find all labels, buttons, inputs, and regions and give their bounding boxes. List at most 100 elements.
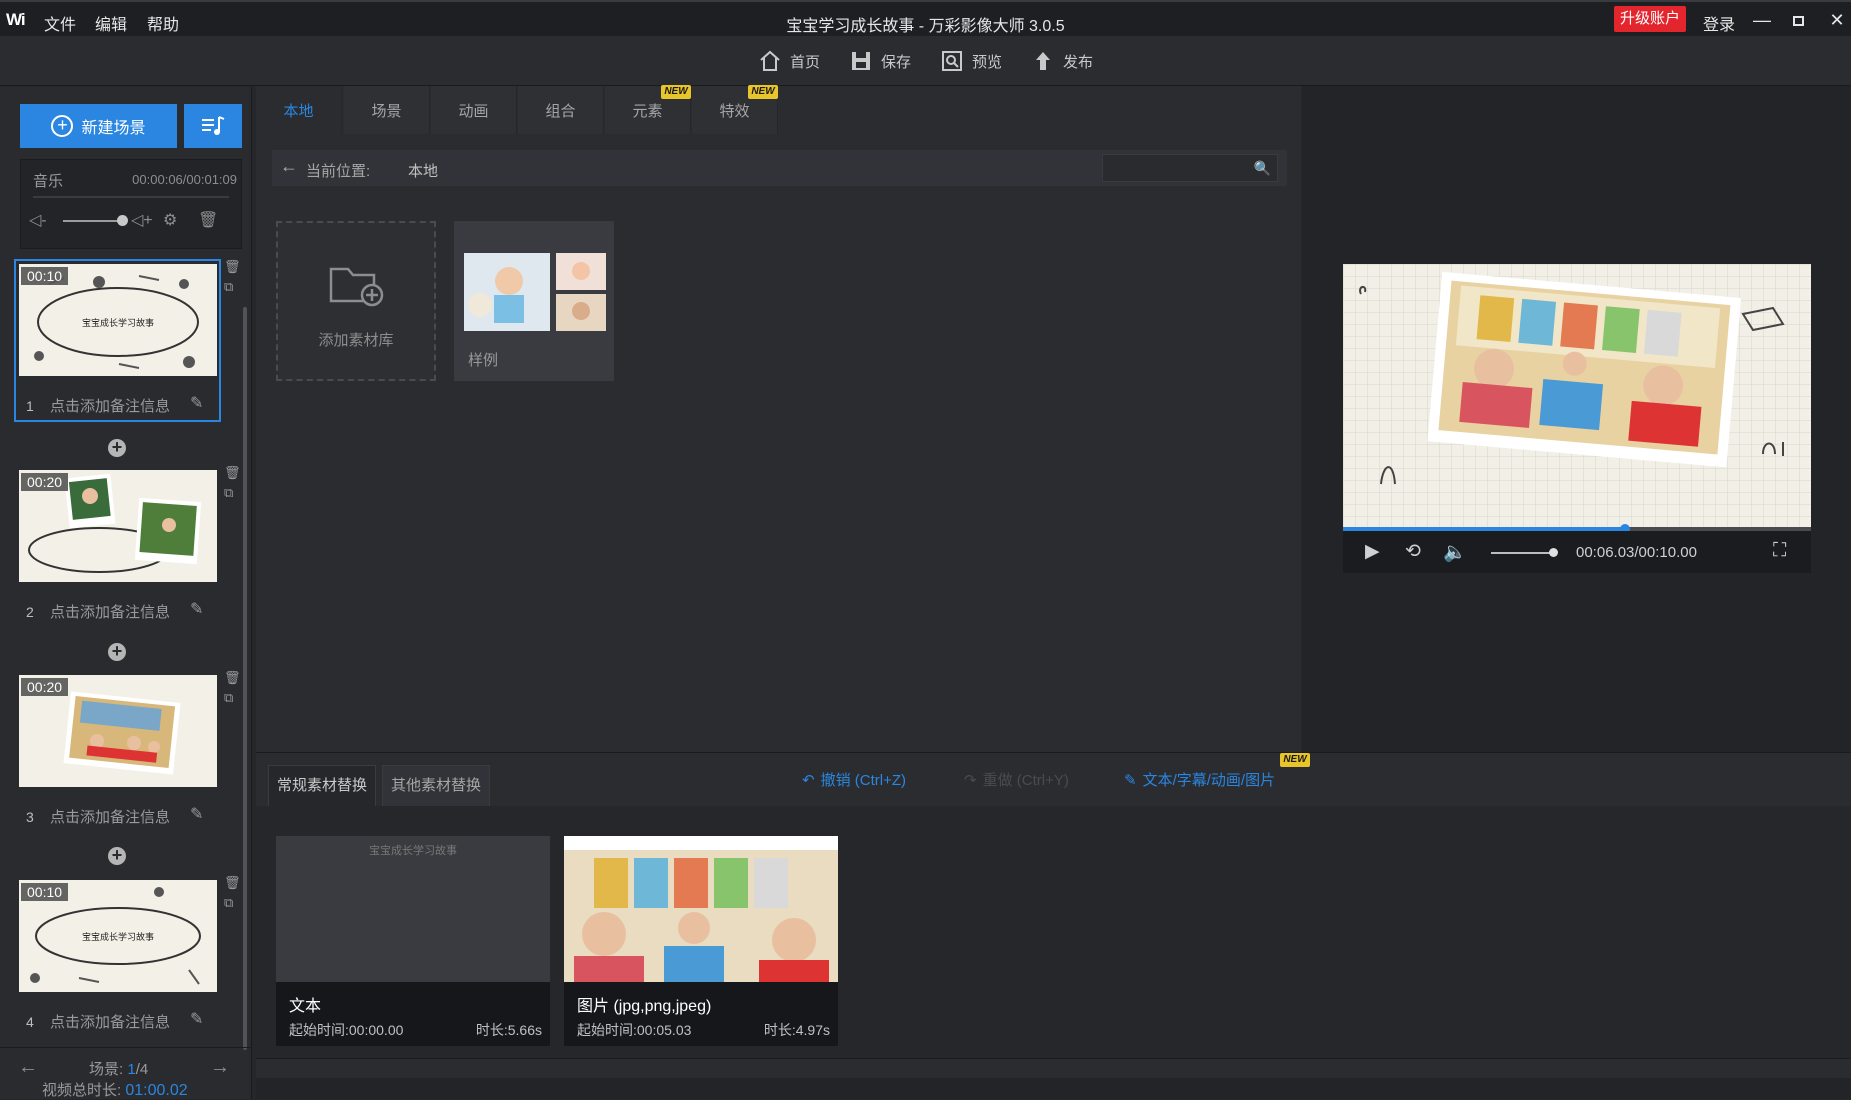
trash-icon[interactable]: 🗑 <box>198 210 218 230</box>
volume-up-icon[interactable]: ◁+ <box>131 210 153 230</box>
scene-number: 2 <box>26 604 34 620</box>
home-icon <box>760 50 780 71</box>
pencil-icon: ✎ <box>1124 771 1137 789</box>
volume-down-icon[interactable]: ◁- <box>29 210 47 230</box>
add-scene-icon[interactable]: + <box>108 438 126 457</box>
text-preview: 宝宝成长学习故事 <box>369 845 457 857</box>
copy-icon[interactable]: ⧉ <box>224 688 241 708</box>
login-button[interactable]: 登录 <box>1703 11 1735 35</box>
replace-toolbar: 常规素材替换 其他素材替换 ↶ 撤销 (Ctrl+Z) ↷ 重做 (Ctrl+Y… <box>256 752 1851 807</box>
back-arrow-icon[interactable]: ← <box>280 156 298 177</box>
scene-duration: 00:10 <box>21 267 69 285</box>
scene-card[interactable]: 宝宝成长学习故事 00:10 1 点击添加备注信息 ✎ <box>14 259 221 422</box>
music-progress[interactable] <box>33 196 229 198</box>
next-scene-icon[interactable]: → <box>210 1056 230 1079</box>
prev-scene-icon[interactable]: ← <box>18 1056 38 1079</box>
library-panel: ← 当前位置: 本地 🔍 添加素材库 样例 <box>256 134 1301 752</box>
preview-canvas[interactable] <box>1343 264 1811 528</box>
scene-note[interactable]: 点击添加备注信息 <box>50 395 170 416</box>
close-icon[interactable]: ✕ <box>1823 8 1851 32</box>
scene-footer: ← 场景: 1/4 → 视频总时长: 01:00.02 <box>0 1047 252 1099</box>
add-scene-icon[interactable]: + <box>108 642 126 661</box>
home-button[interactable]: 首页 <box>758 48 820 74</box>
edit-icon[interactable]: ✎ <box>190 804 203 824</box>
save-icon <box>852 52 870 70</box>
undo-button[interactable]: ↶ 撤销 (Ctrl+Z) <box>802 769 906 790</box>
scene-actions: 🗑 ⧉ <box>224 873 241 913</box>
image-asset-card[interactable]: 图片 (jpg,png,jpeg) 起始时间:00:05.03 时长:4.97s <box>564 836 838 1046</box>
scene-card[interactable]: 宝宝成长学习故事 00:10 4 点击添加备注信息 ✎ <box>14 875 221 1038</box>
tab-regular-replace[interactable]: 常规素材替换 <box>268 765 376 807</box>
scene-number: 3 <box>26 809 34 825</box>
preview-button[interactable]: 预览 <box>940 48 1002 74</box>
scene-note[interactable]: 点击添加备注信息 <box>50 601 170 622</box>
scene-duration: 00:20 <box>21 678 69 696</box>
scene-note[interactable]: 点击添加备注信息 <box>50 1011 170 1032</box>
sample-folder[interactable]: 样例 <box>454 221 614 381</box>
publish-button[interactable]: 发布 <box>1031 48 1093 74</box>
window-title: 宝宝学习成长故事 - 万彩影像大师 3.0.5 <box>786 18 1065 35</box>
trash-icon[interactable]: 🗑 <box>224 463 241 483</box>
scene-actions: 🗑 ⧉ <box>224 257 241 297</box>
path-bar: ← 当前位置: 本地 🔍 <box>272 150 1287 186</box>
horizontal-scrollbar[interactable] <box>256 1058 1851 1078</box>
trash-icon[interactable]: 🗑 <box>224 668 241 688</box>
library-tabs: 本地 场景 动画 组合 元素 特效 NEW NEW <box>256 85 1301 134</box>
title-bar: Wi 文件 编辑 帮助 宝宝学习成长故事 - 万彩影像大师 3.0.5 升级账户… <box>0 0 1851 36</box>
copy-icon[interactable]: ⧉ <box>224 893 241 913</box>
search-input[interactable]: 🔍 <box>1102 154 1278 182</box>
scene-card[interactable]: 00:20 3 点击添加备注信息 ✎ <box>14 670 221 833</box>
replay-icon[interactable]: ⟲ <box>1405 540 1421 563</box>
card-title: 文本 <box>289 998 322 1015</box>
sample-thumbnails <box>464 253 606 331</box>
trash-icon[interactable]: 🗑 <box>224 873 241 893</box>
scene-panel: + 新建场景 音乐 00:00:06/00:01:09 ◁- ◁+ ⚙ 🗑 宝宝… <box>0 87 252 1099</box>
tab-scene[interactable]: 场景 <box>344 86 430 134</box>
text-asset-card[interactable]: 宝宝成长学习故事 文本 起始时间:00:00.00 时长:5.66s <box>276 836 550 1046</box>
scene-note[interactable]: 点击添加备注信息 <box>50 806 170 827</box>
tab-animation[interactable]: 动画 <box>431 86 517 134</box>
scene-actions: 🗑 ⧉ <box>224 463 241 503</box>
sample-label: 样例 <box>468 352 499 369</box>
volume-knob[interactable] <box>1549 548 1558 557</box>
add-library-button[interactable]: 添加素材库 <box>276 221 436 381</box>
player-time: 00:06.03/00:10.00 <box>1576 544 1697 561</box>
fullscreen-icon[interactable]: ⛶ <box>1773 540 1786 562</box>
path-value: 本地 <box>408 163 439 180</box>
undo-icon: ↶ <box>802 771 815 789</box>
tab-local[interactable]: 本地 <box>256 86 342 134</box>
tab-group[interactable]: 组合 <box>518 86 604 134</box>
music-volume-slider[interactable] <box>63 220 121 222</box>
play-icon[interactable]: ▶ <box>1365 540 1380 563</box>
scene-scrollbar[interactable] <box>243 307 247 1050</box>
edit-icon[interactable]: ✎ <box>190 393 203 413</box>
svg-text:宝宝成长学习故事: 宝宝成长学习故事 <box>82 317 154 329</box>
save-button[interactable]: 保存 <box>849 48 911 74</box>
text-edit-button[interactable]: ✎ 文本/字幕/动画/图片 <box>1124 769 1275 790</box>
maximize-icon[interactable] <box>1784 8 1812 32</box>
trash-icon[interactable]: 🗑 <box>224 257 241 277</box>
upgrade-account-button[interactable]: 升级账户 <box>1614 6 1686 32</box>
volume-icon[interactable]: 🔈 <box>1443 540 1467 564</box>
new-scene-button[interactable]: + 新建场景 <box>20 104 177 148</box>
minimize-icon[interactable]: — <box>1748 8 1776 32</box>
card-caption: 文本 起始时间:00:00.00 时长:5.66s <box>276 982 550 1046</box>
music-list-button[interactable] <box>184 104 242 148</box>
add-scene-icon[interactable]: + <box>108 846 126 865</box>
tab-other-replace[interactable]: 其他素材替换 <box>382 765 490 807</box>
new-badge: NEW <box>661 85 691 99</box>
plus-circle-icon: + <box>51 115 74 137</box>
copy-icon[interactable]: ⧉ <box>224 277 241 297</box>
svg-text:宝宝成长学习故事: 宝宝成长学习故事 <box>82 931 154 943</box>
volume-slider[interactable] <box>1491 552 1553 554</box>
scene-card[interactable]: 00:20 2 点击添加备注信息 ✎ <box>14 465 221 628</box>
edit-icon[interactable]: ✎ <box>190 599 203 619</box>
copy-icon[interactable]: ⧉ <box>224 483 241 503</box>
search-icon[interactable]: 🔍 <box>1254 160 1271 177</box>
card-caption: 图片 (jpg,png,jpeg) 起始时间:00:05.03 时长:4.97s <box>564 982 838 1046</box>
music-volume-knob[interactable] <box>117 215 128 226</box>
gear-icon[interactable]: ⚙ <box>163 210 177 230</box>
redo-button[interactable]: ↷ 重做 (Ctrl+Y) <box>964 769 1069 790</box>
edit-icon[interactable]: ✎ <box>190 1009 203 1029</box>
total-duration: 视频总时长: 01:00.02 <box>42 1082 188 1099</box>
